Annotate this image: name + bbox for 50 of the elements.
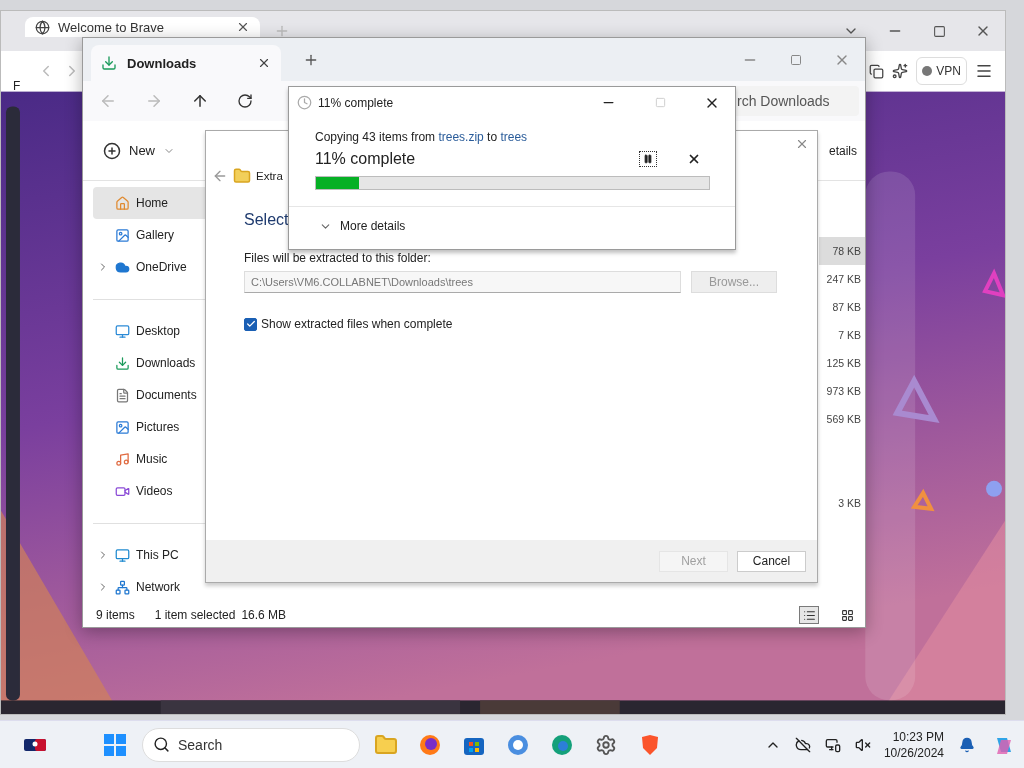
file-size: 3 KB	[838, 497, 861, 509]
sidebar-item[interactable]: Home	[93, 187, 206, 219]
new-button[interactable]: New	[95, 137, 183, 164]
sidebar-item[interactable]: Network	[93, 571, 206, 603]
dialog-heading: Extra	[256, 170, 283, 182]
file-row[interactable]: 569 KB	[819, 405, 865, 433]
selection-info: 1 item selected	[154, 608, 236, 622]
sidebar-item[interactable]: This PC	[93, 539, 206, 571]
file-row[interactable]: 78 KB	[819, 237, 865, 265]
sidebar-item[interactable]: Downloads	[93, 347, 206, 379]
sidebar-item[interactable]: Pictures	[93, 411, 206, 443]
sidebar-item[interactable]: OneDrive	[93, 251, 206, 283]
file-size: 87 KB	[832, 301, 861, 313]
vpn-button[interactable]: VPN	[916, 57, 967, 85]
file-row[interactable]: 125 KB	[819, 349, 865, 377]
browser-tab[interactable]: Welcome to Brave	[25, 17, 260, 37]
link[interactable]: trees	[500, 130, 528, 144]
file-size: 569 KB	[826, 413, 861, 425]
file-row[interactable]: 973 KB	[819, 377, 865, 405]
sidebar-item[interactable]: Documents	[93, 379, 206, 411]
file-size: 247 KB	[826, 273, 861, 285]
checkbox-label: Show extracted files when complete	[261, 317, 453, 331]
clock[interactable]: 10:23 PM 10/26/2024	[877, 729, 950, 760]
bookmark-text[interactable]: F	[13, 79, 29, 93]
file-row[interactable]: 87 KB	[819, 293, 865, 321]
sidebar-item[interactable]: Gallery	[93, 219, 206, 251]
selection-size: 16.6 MB	[241, 608, 287, 622]
search-field[interactable]: Search	[142, 727, 360, 762]
explorer-tab[interactable]: Downloads	[91, 45, 281, 81]
path-field[interactable]: C:\Users\VM6.COLLABNET\Downloads\trees	[244, 271, 681, 293]
step-title: Select	[244, 211, 289, 230]
file-row[interactable]: 3 KB	[819, 489, 865, 517]
file-size: 125 KB	[826, 357, 861, 369]
sidebar-item[interactable]: Videos	[93, 475, 206, 507]
details-button[interactable]: etails	[829, 143, 857, 158]
item-count: 9 items	[96, 608, 135, 622]
file-size: 7 KB	[838, 329, 861, 341]
sidebar-item[interactable]: Music	[93, 443, 206, 475]
progress-status: 11% complete	[315, 150, 417, 168]
dialog-title: 11% complete	[318, 95, 395, 110]
file-row[interactable]: 247 KB	[819, 265, 865, 293]
file-row[interactable]: 7 KB	[819, 321, 865, 349]
cancel-button[interactable]: Cancel	[737, 550, 806, 572]
more-details-toggle[interactable]: More details	[289, 207, 735, 233]
link[interactable]: trees.zip	[438, 130, 484, 144]
file-size: 973 KB	[826, 385, 861, 397]
file-size: 78 KB	[832, 245, 861, 257]
copy-message: Copying 43 items from trees.zip to trees	[315, 130, 529, 144]
sidebar-item[interactable]: Desktop	[93, 315, 206, 347]
folder-label: Files will be extracted to this folder:	[244, 251, 431, 265]
